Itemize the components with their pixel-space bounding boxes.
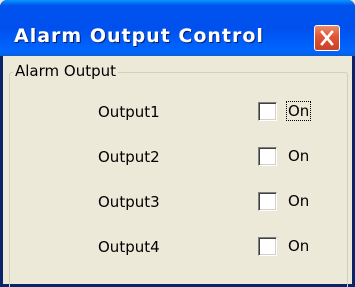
output2-checkbox[interactable] <box>258 147 277 166</box>
dialog-body: Alarm Output Output1 On Output2 On Outpu… <box>3 56 352 287</box>
output3-on-label[interactable]: On <box>287 192 310 210</box>
alarm-output-control-window: Alarm Output Control Alarm Output Output… <box>0 0 355 287</box>
output4-checkbox[interactable] <box>258 237 277 256</box>
output2-on-label[interactable]: On <box>287 147 310 165</box>
output1-on-label[interactable]: On <box>285 101 312 121</box>
window-title: Alarm Output Control <box>14 25 264 47</box>
groupbox-label: Alarm Output <box>13 62 119 80</box>
output3-label: Output3 <box>98 193 160 211</box>
close-button[interactable] <box>314 25 340 51</box>
output2-label: Output2 <box>98 148 160 166</box>
title-bar[interactable]: Alarm Output Control <box>0 0 355 56</box>
output1-label: Output1 <box>98 103 160 121</box>
output4-on-label[interactable]: On <box>287 237 310 255</box>
output4-label: Output4 <box>98 238 160 256</box>
output1-checkbox[interactable] <box>258 102 277 121</box>
close-icon <box>320 30 334 46</box>
output3-checkbox[interactable] <box>258 192 277 211</box>
